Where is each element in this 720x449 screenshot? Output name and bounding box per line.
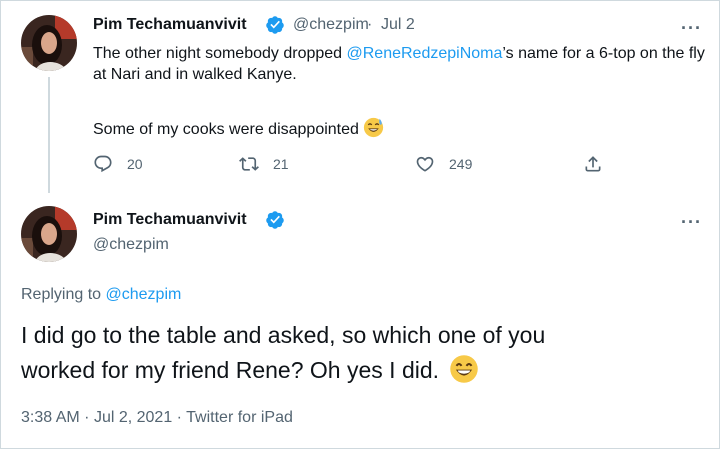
separator-dot: · bbox=[367, 16, 373, 33]
avatar[interactable] bbox=[21, 15, 77, 71]
share-button[interactable] bbox=[583, 154, 603, 174]
tweet-date[interactable]: Jul 2 bbox=[381, 16, 415, 34]
thread-line bbox=[48, 77, 50, 193]
display-name[interactable]: Pim Techamuanvivit bbox=[93, 16, 247, 34]
avatar[interactable] bbox=[21, 206, 77, 262]
tweet-time[interactable]: 3:38 AM bbox=[21, 409, 80, 426]
display-name[interactable]: Pim Techamuanvivit bbox=[93, 211, 247, 229]
like-count: 249 bbox=[449, 156, 473, 172]
tweet-source[interactable]: Twitter for iPad bbox=[186, 409, 293, 426]
handle[interactable]: @chezpim bbox=[93, 236, 169, 254]
replying-handle-link[interactable]: @chezpim bbox=[106, 286, 182, 303]
separator-dot: · bbox=[176, 409, 182, 426]
share-icon bbox=[585, 156, 601, 172]
tweet-text: I did go to the table and asked, so whic… bbox=[21, 318, 581, 388]
reply-button[interactable]: 20 bbox=[93, 154, 143, 174]
tweet-text-before: The other night somebody dropped bbox=[93, 45, 347, 62]
tweet-text-line2-content: Some of my cooks were disappointed bbox=[93, 121, 359, 138]
like-button[interactable]: 249 bbox=[415, 154, 472, 174]
replying-to: Replying to @chezpim bbox=[21, 286, 181, 304]
separator-dot: · bbox=[84, 409, 90, 426]
tweet-text-line2: Some of my cooks were disappointed bbox=[93, 117, 384, 140]
reply-count: 20 bbox=[127, 156, 143, 172]
mention-link[interactable]: @ReneRedzepiNoma bbox=[347, 45, 503, 62]
retweet-icon bbox=[239, 157, 259, 171]
tweet-meta: 3:38 AM · Jul 2, 2021 · Twitter for iPad bbox=[21, 409, 293, 427]
tweet-full-date[interactable]: Jul 2, 2021 bbox=[94, 409, 172, 426]
tweet-thread: Pim Techamuanvivit @chezpim · Jul 2 ··· … bbox=[0, 0, 720, 449]
reply-icon bbox=[94, 155, 112, 173]
grin-emoji bbox=[450, 355, 479, 383]
tweet-text: The other night somebody dropped @ReneRe… bbox=[93, 43, 705, 85]
retweet-count: 21 bbox=[273, 156, 289, 172]
verified-badge-icon bbox=[266, 16, 284, 34]
retweet-button[interactable]: 21 bbox=[239, 154, 289, 174]
heart-icon bbox=[416, 156, 434, 172]
more-icon[interactable]: ··· bbox=[681, 213, 702, 231]
verified-badge-icon bbox=[266, 211, 284, 229]
replying-prefix: Replying to bbox=[21, 286, 106, 303]
sweat-smile-emoji bbox=[364, 117, 384, 138]
handle[interactable]: @chezpim bbox=[293, 16, 369, 34]
more-icon[interactable]: ··· bbox=[681, 19, 702, 37]
